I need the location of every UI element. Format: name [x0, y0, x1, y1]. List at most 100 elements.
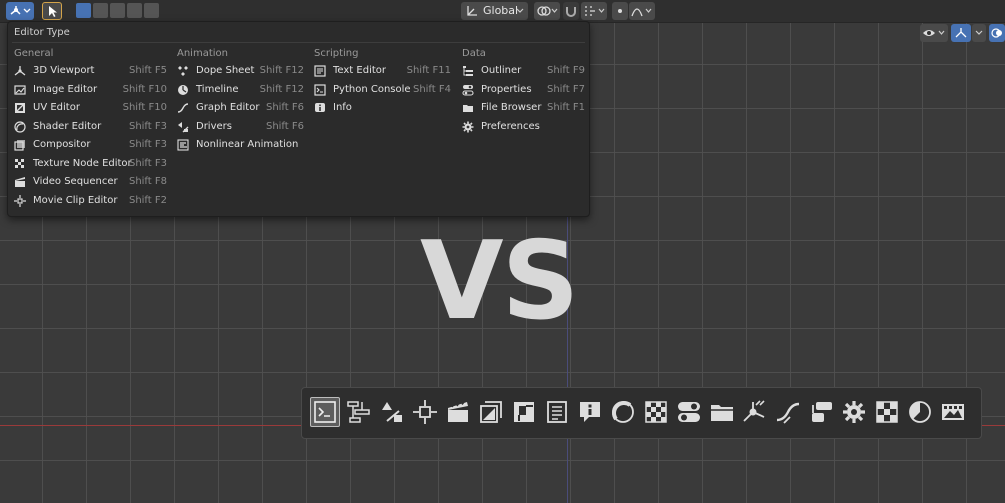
- menu-item-file-browser[interactable]: File Browser Shift F1: [457, 99, 585, 118]
- editor-type-menu: Editor Type General 3D Viewport Shift F5 …: [7, 21, 590, 217]
- menu-column-scripting: Scripting Text Editor Shift F11 Python Co…: [309, 46, 451, 118]
- editor-icon-bar: [301, 387, 982, 439]
- menu-item-shader-editor[interactable]: Shader Editor Shift F3: [9, 118, 167, 137]
- visibility-dropdown[interactable]: [920, 24, 948, 42]
- outliner-icon[interactable]: [808, 399, 834, 425]
- nla-icon[interactable]: [346, 399, 372, 425]
- menu-item-properties[interactable]: Properties Shift F7: [457, 81, 585, 100]
- proportional-edit-toggle[interactable]: [612, 2, 628, 20]
- menu-item-timeline[interactable]: Timeline Shift F12: [172, 81, 304, 100]
- magnet-icon: [566, 7, 576, 17]
- menu-item-text-editor[interactable]: Text Editor Shift F11: [309, 62, 451, 81]
- select-subtract-icon[interactable]: [110, 3, 125, 18]
- text-editor-icon[interactable]: [544, 399, 570, 425]
- proportional-dot-icon: [618, 9, 622, 13]
- image-editor-icon[interactable]: [940, 399, 966, 425]
- pivot-point-dropdown[interactable]: [534, 2, 560, 20]
- info-icon[interactable]: [577, 399, 603, 425]
- menu-item-3d-viewport[interactable]: 3D Viewport Shift F5: [9, 62, 167, 81]
- graph-editor-icon[interactable]: [775, 399, 801, 425]
- timeline-icon[interactable]: [907, 399, 933, 425]
- menu-item-python-console[interactable]: Python Console Shift F4: [309, 81, 451, 100]
- properties-icon[interactable]: [676, 399, 702, 425]
- vs-overlay-text: VS: [420, 219, 579, 344]
- file-browser-icon[interactable]: [709, 399, 735, 425]
- info-icon: [314, 102, 326, 114]
- movie-clip-icon[interactable]: [412, 399, 438, 425]
- chevron-down-icon: [516, 8, 524, 13]
- select-extend-icon[interactable]: [93, 3, 108, 18]
- falloff-curve-icon: [631, 8, 652, 17]
- gizmo-dropdown[interactable]: [972, 24, 986, 42]
- menu-item-video-sequencer[interactable]: Video Sequencer Shift F8: [9, 173, 167, 192]
- menu-item-info[interactable]: Info: [309, 99, 451, 118]
- overlay-toggle[interactable]: [989, 24, 1005, 42]
- shader-editor-icon: [14, 120, 26, 133]
- pivot-icon: [537, 6, 558, 16]
- menu-column-general: General 3D Viewport Shift F5 Image Editor…: [9, 46, 167, 210]
- nla-icon: [177, 139, 189, 151]
- menu-item-preferences[interactable]: Preferences: [457, 118, 585, 137]
- graph-editor-icon: [177, 102, 189, 114]
- viewport-3d-icon: [10, 6, 31, 15]
- menu-item-uv-editor[interactable]: UV Editor Shift F10: [9, 99, 167, 118]
- select-intersect-icon[interactable]: [144, 3, 159, 18]
- video-sequencer-icon[interactable]: [445, 399, 471, 425]
- column-heading: Scripting: [314, 48, 359, 59]
- uv-editor-icon: [14, 102, 26, 114]
- file-browser-icon: [462, 102, 474, 114]
- viewport-3d-icon: [14, 65, 26, 77]
- drivers-icon[interactable]: [379, 399, 405, 425]
- column-heading: General: [14, 48, 54, 59]
- menu-column-animation: Animation Dope Sheet Shift F12 Timeline Sh…: [172, 46, 304, 155]
- compositor-icon: [14, 139, 26, 151]
- text-editor-icon: [314, 65, 326, 77]
- menu-item-dope-sheet[interactable]: Dope Sheet Shift F12: [172, 62, 304, 81]
- dope-sheet-icon: [177, 65, 189, 77]
- texture-checker-icon[interactable]: [874, 399, 900, 425]
- snap-target-dropdown[interactable]: [581, 2, 607, 20]
- timeline-icon: [177, 84, 189, 96]
- preferences-icon[interactable]: [841, 399, 867, 425]
- menu-item-outliner[interactable]: Outliner Shift F9: [457, 62, 585, 81]
- editor-type-button[interactable]: [6, 2, 34, 20]
- menu-item-drivers[interactable]: Drivers Shift F6: [172, 118, 304, 137]
- menu-item-nonlinear-animation[interactable]: Nonlinear Animation: [172, 136, 304, 155]
- snap-increment-icon: [585, 6, 605, 16]
- snap-toggle[interactable]: [563, 2, 579, 20]
- menu-item-image-editor[interactable]: Image Editor Shift F10: [9, 81, 167, 100]
- menu-item-texture-node-editor[interactable]: Texture Node Editor Shift F3: [9, 155, 167, 174]
- menu-divider: [12, 42, 585, 43]
- compositor-icon[interactable]: [478, 399, 504, 425]
- python-console-icon[interactable]: [310, 397, 340, 427]
- gizmo-toggle[interactable]: [951, 24, 971, 42]
- image-editor-icon: [14, 84, 26, 96]
- overlay-circles-icon: [991, 28, 1002, 38]
- menu-item-compositor[interactable]: Compositor Shift F3: [9, 136, 167, 155]
- menu-title: Editor Type: [14, 27, 70, 38]
- column-heading: Data: [462, 48, 486, 59]
- python-console-icon: [314, 83, 326, 96]
- column-heading: Animation: [177, 48, 228, 59]
- texture-node-icon[interactable]: [643, 399, 669, 425]
- cursor-arrow-icon: [49, 6, 57, 17]
- shader-editor-icon[interactable]: [610, 399, 636, 425]
- drivers-icon: [177, 121, 189, 133]
- movie-clip-icon: [14, 194, 26, 207]
- select-new-icon[interactable]: [76, 3, 91, 18]
- falloff-dropdown[interactable]: [629, 2, 655, 20]
- menu-item-movie-clip-editor[interactable]: Movie Clip Editor Shift F2: [9, 192, 167, 211]
- menu-item-graph-editor[interactable]: Graph Editor Shift F6: [172, 99, 304, 118]
- eye-icon: [923, 30, 945, 36]
- select-invert-icon[interactable]: [127, 3, 142, 18]
- select-tool-button[interactable]: [42, 2, 62, 20]
- selection-mode-group: [76, 3, 159, 19]
- uv-editor-icon[interactable]: [511, 399, 537, 425]
- transform-orientation-dropdown[interactable]: Global: [461, 2, 528, 20]
- chevron-down-icon: [975, 30, 983, 35]
- viewport-3d-icon[interactable]: [742, 399, 768, 425]
- video-sequencer-icon: [14, 176, 26, 188]
- properties-icon: [462, 84, 474, 96]
- gizmo-icon: [955, 28, 967, 38]
- orientation-label: Global: [483, 4, 519, 17]
